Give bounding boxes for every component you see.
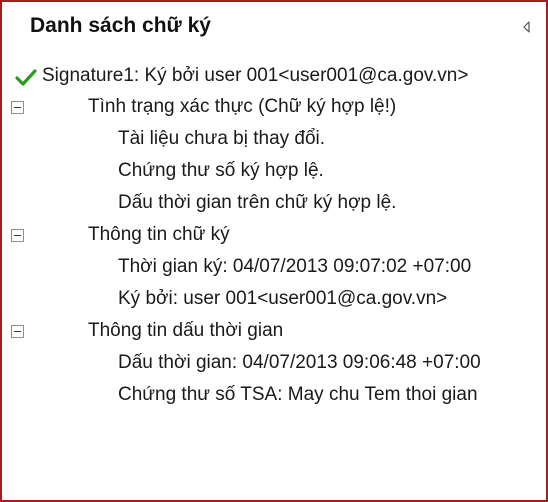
tree-leaf-verification[interactable]: Chứng thư số ký hợp lệ. <box>118 155 324 187</box>
tree-leaf-timestamp-info[interactable]: Chứng thư số TSA: May chu Tem thoi gian <box>118 379 478 411</box>
tree-node-signature[interactable]: Signature1: Ký bởi user 001<user001@ca.g… <box>2 60 548 92</box>
verification-label: Tình trạng xác thực (Chữ ký hợp lệ!) <box>88 96 397 117</box>
tree-leaf-signature-info[interactable]: Ký bởi: user 001<user001@ca.gov.vn> <box>118 283 447 315</box>
collapse-expander-icon[interactable] <box>11 101 24 114</box>
tree-leaf-verification[interactable]: Tài liệu chưa bị thay đổi. <box>118 123 325 155</box>
collapse-left-icon[interactable] <box>520 19 534 35</box>
tree-leaf-signature-info[interactable]: Thời gian ký: 04/07/2013 09:07:02 +07:00 <box>118 251 471 283</box>
signature-list-panel: Danh sách chữ ký Signature1: Ký bởi user… <box>0 0 548 502</box>
panel-header: Danh sách chữ ký <box>2 2 546 48</box>
tree-leaf-timestamp-info[interactable]: Dấu thời gian: 04/07/2013 09:06:48 +07:0… <box>118 347 481 379</box>
timestamp-info-label: Thông tin dấu thời gian <box>88 320 284 341</box>
signature-info-label: Thông tin chữ ký <box>88 224 230 245</box>
collapse-expander-icon[interactable] <box>11 325 24 338</box>
panel-title: Danh sách chữ ký <box>30 14 211 37</box>
tree-node-timestamp-info[interactable]: Thông tin dấu thời gian <box>2 315 548 347</box>
check-icon <box>14 67 38 87</box>
tree-leaf-verification[interactable]: Dấu thời gian trên chữ ký hợp lệ. <box>118 187 396 219</box>
collapse-expander-icon[interactable] <box>11 229 24 242</box>
signature-label: Signature1: Ký bởi user 001<user001@ca.g… <box>42 65 469 86</box>
tree-node-verification[interactable]: Tình trạng xác thực (Chữ ký hợp lệ!) <box>2 91 548 123</box>
tree-node-signature-info[interactable]: Thông tin chữ ký <box>2 219 548 251</box>
